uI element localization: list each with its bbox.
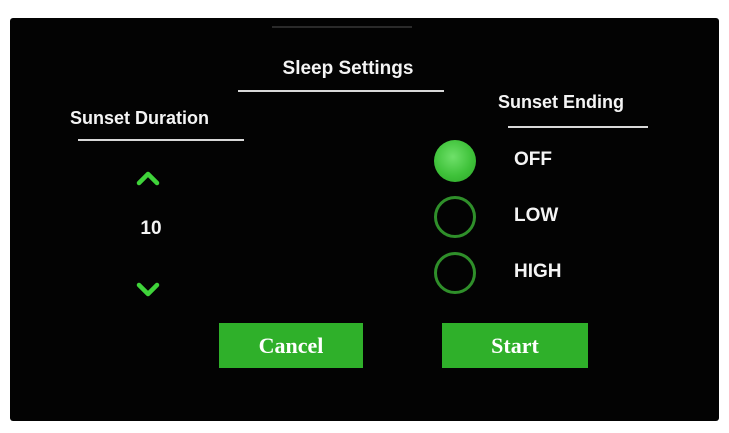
title-underline [238,90,444,92]
radio-selected-icon[interactable] [434,140,476,182]
ending-option-label: HIGH [514,261,562,282]
sunset-duration-underline [78,139,244,141]
cancel-button[interactable]: Cancel [219,323,363,368]
ending-option-off[interactable]: OFF [434,140,694,188]
chevron-up-icon [136,171,160,186]
radio-unselected-icon[interactable] [434,196,476,238]
start-button[interactable]: Start [442,323,588,368]
sunset-duration-label: Sunset Duration [70,108,210,128]
ending-option-low[interactable]: LOW [434,196,694,244]
duration-decrement-button[interactable] [134,280,162,300]
device-frame: Sleep Settings Sunset Duration Sunset En… [0,0,729,433]
ending-option-label: OFF [514,149,552,170]
ending-option-label: LOW [514,205,559,226]
page-title: Sleep Settings [282,58,414,79]
duration-value: 10 [140,218,162,239]
sleep-settings-screen: Sleep Settings Sunset Duration Sunset En… [10,18,719,421]
sunset-ending-underline [508,126,648,128]
radio-unselected-icon[interactable] [434,252,476,294]
duration-increment-button[interactable] [134,168,162,188]
ending-option-high[interactable]: HIGH [434,252,694,300]
top-divider [272,26,412,28]
sunset-ending-label: Sunset Ending [498,92,624,112]
chevron-down-icon [136,282,160,297]
